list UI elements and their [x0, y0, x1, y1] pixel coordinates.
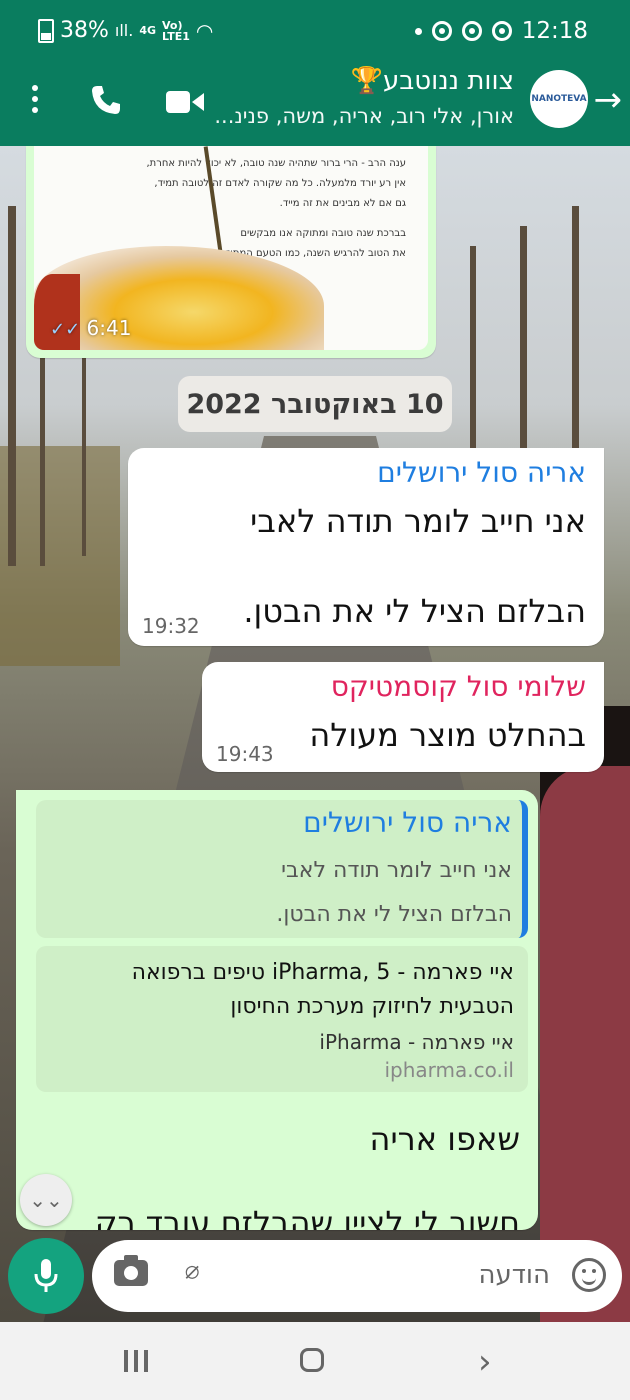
message-sender[interactable]: אריה סול ירושלים — [377, 456, 586, 489]
message-time: 19:32 — [142, 614, 200, 638]
quoted-text: הבלזם הציל לי את הבטן. — [276, 902, 512, 927]
chrome-icon — [491, 21, 512, 41]
chrome-icon — [461, 21, 482, 41]
message-input[interactable]: הודעה — [478, 1260, 550, 1290]
chat-message[interactable]: אריה סול ירושלים אני חייב לומר תודה לאבי… — [128, 448, 604, 646]
message-text: הבלזם הציל לי את הבטן. — [243, 592, 586, 630]
quoted-message[interactable]: אריה סול ירושלים אני חייב לומר תודה לאבי… — [36, 800, 528, 938]
battery-icon — [38, 18, 54, 43]
volte-indicator: Vo) LTE1 — [162, 18, 190, 43]
recent-apps-icon[interactable] — [124, 1350, 150, 1372]
attachment-icon[interactable]: ⌽ — [174, 1253, 211, 1290]
reply-message[interactable]: אריה סול ירושלים אני חייב לומר תודה לאבי… — [16, 790, 538, 1230]
read-receipt-icon: ✓✓ — [50, 319, 81, 340]
camera-icon[interactable] — [114, 1255, 148, 1286]
chrome-icon — [431, 21, 452, 41]
video-call-icon[interactable] — [166, 88, 204, 116]
voice-message-button[interactable] — [8, 1238, 84, 1314]
battery-level: 38% — [60, 18, 109, 43]
link-site-name: איי פארמה - iPharma — [319, 1030, 514, 1054]
group-members[interactable]: אורן, אלי רוב, אריה, משה, פנינ... — [214, 104, 514, 128]
nav-back-icon[interactable]: › — [478, 1342, 492, 1382]
shared-image[interactable]: ענה הרב - הרי ברור שתהיה שנה טובה, לא יכ… — [34, 146, 428, 350]
date-separator: 10 באוקטובר 2022 — [178, 376, 452, 432]
message-input-bar[interactable]: הודעה ⌽ — [92, 1240, 622, 1312]
emoji-icon[interactable] — [572, 1258, 606, 1292]
message-time: 19:43 — [216, 742, 274, 766]
group-avatar[interactable]: NANOTEVA — [530, 70, 588, 128]
more-options-icon[interactable] — [30, 84, 40, 114]
signal-icon: ıll. — [114, 21, 134, 40]
home-icon[interactable] — [300, 1348, 324, 1372]
link-title: איי פארמה - iPharma, 5 טיפים ברפואה הטבע… — [131, 960, 514, 1019]
chat-header: → NANOTEVA צוות ננוטבע🏆 אורן, אלי רוב, א… — [0, 64, 630, 146]
message-text: אני חייב לומר תודה לאבי — [250, 502, 586, 540]
quoted-sender: אריה סול ירושלים — [303, 806, 512, 839]
avatar-logo-text: NANOTEVA — [531, 94, 587, 104]
system-navigation-bar: › — [0, 1322, 630, 1400]
voice-call-icon[interactable] — [90, 84, 122, 116]
notification-dot-icon — [414, 27, 422, 35]
message-text: שאפו אריה — [369, 1120, 520, 1158]
clock: 12:18 — [521, 18, 588, 44]
network-type: 4G — [139, 24, 157, 37]
message-text: בהחלט מוצר מעולה — [309, 716, 586, 754]
link-url[interactable]: ipharma.co.il — [384, 1058, 514, 1082]
status-bar: 38% ıll. 4G Vo) LTE1 ◠ 12:18 — [0, 0, 630, 64]
image-message[interactable]: ענה הרב - הרי ברור שתהיה שנה טובה, לא יכ… — [26, 146, 436, 358]
message-sender[interactable]: שלומי סול קוסמטיקס — [331, 670, 586, 703]
link-preview[interactable]: איי פארמה - iPharma, 5 טיפים ברפואה הטבע… — [36, 946, 528, 1092]
message-time: ✓✓ 6:41 — [50, 316, 132, 340]
scroll-to-bottom-button[interactable]: ⌄⌄ — [20, 1174, 72, 1226]
back-arrow-icon[interactable]: → — [594, 80, 623, 120]
group-name[interactable]: צוות ננוטבע🏆 — [351, 66, 514, 96]
microphone-icon — [34, 1259, 58, 1292]
wifi-icon: ◠ — [195, 18, 214, 43]
chat-message[interactable]: שלומי סול קוסמטיקס בהחלט מוצר מעולה 19:4… — [202, 662, 604, 772]
quoted-text: אני חייב לומר תודה לאבי — [281, 858, 512, 883]
chevron-double-down-icon: ⌄⌄ — [29, 1188, 63, 1212]
message-text: חשוב לי לציין שהבלזם עובד רק — [94, 1204, 520, 1230]
